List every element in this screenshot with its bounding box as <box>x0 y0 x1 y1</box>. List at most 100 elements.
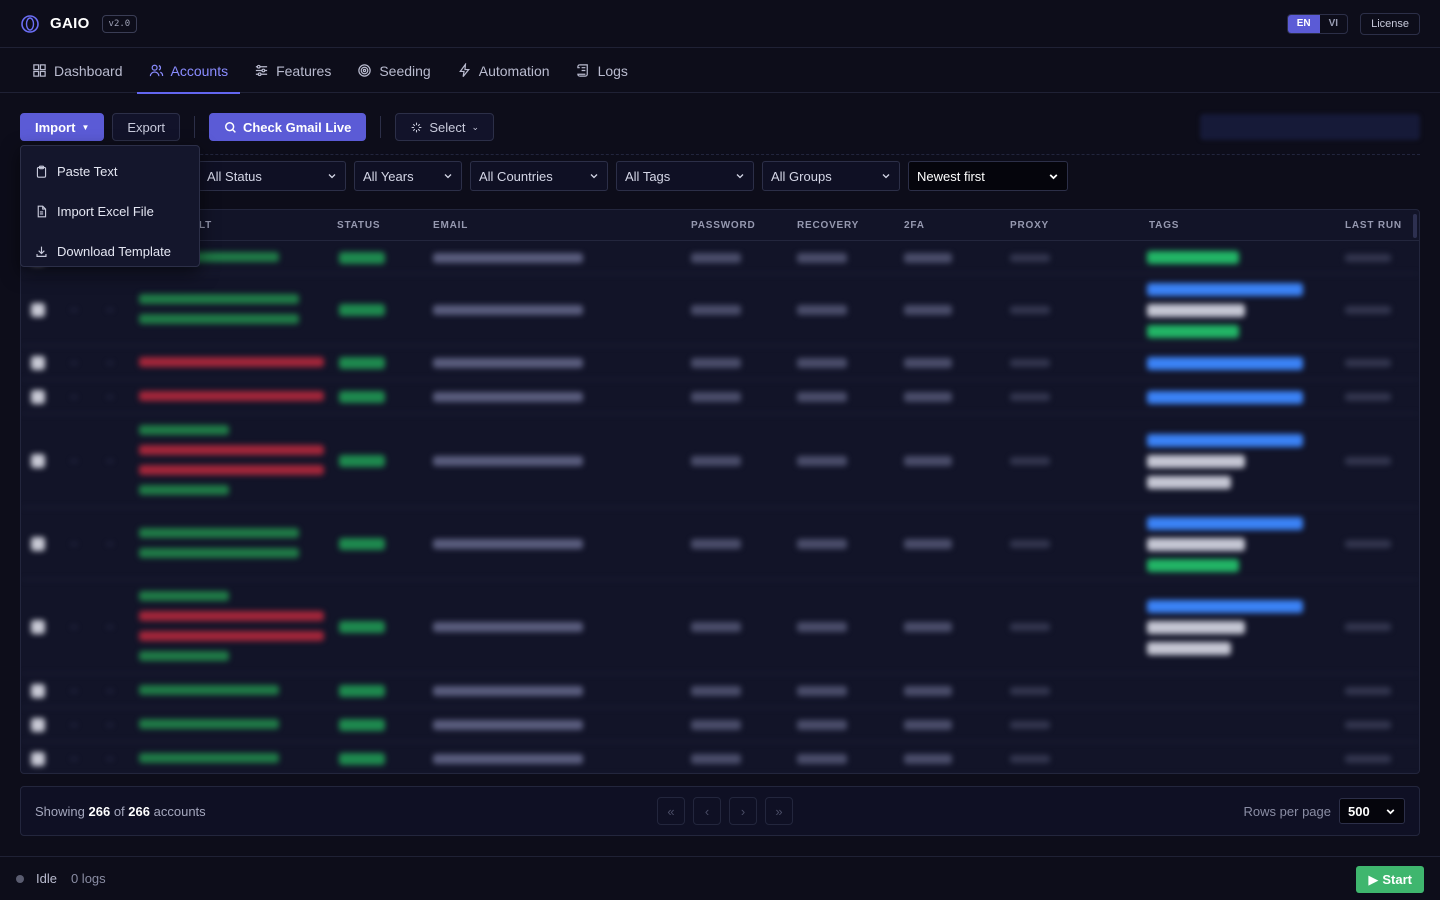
rows-per-page-select[interactable]: 500 <box>1339 798 1405 824</box>
sort-order-select[interactable]: Newest first <box>908 161 1068 191</box>
blurred-cell <box>31 718 45 732</box>
blurred-cell <box>904 358 952 368</box>
prev-page-button[interactable]: ‹ <box>693 797 721 825</box>
table-row[interactable] <box>21 346 1419 380</box>
column-header-email[interactable]: EMAIL <box>433 220 468 231</box>
start-label: Start <box>1382 872 1412 887</box>
export-button[interactable]: Export <box>112 113 180 141</box>
blurred-cell <box>107 724 113 726</box>
blurred-cell <box>691 305 741 315</box>
blurred-cell <box>71 690 77 692</box>
blurred-cell <box>107 309 113 311</box>
log-count[interactable]: 0 logs <box>71 871 106 886</box>
sort-order-value: Newest first <box>917 168 985 184</box>
table-row[interactable] <box>21 742 1419 773</box>
tab-label: Dashboard <box>54 62 123 79</box>
blurred-cell <box>339 621 385 633</box>
status-dot-icon <box>16 874 24 883</box>
column-header-recovery[interactable]: RECOVERY <box>797 220 859 231</box>
groups-filter-select[interactable]: All Groups <box>762 161 900 191</box>
blurred-cell <box>797 622 847 632</box>
blurred-cell <box>797 252 847 263</box>
chevron-down-icon <box>1386 808 1395 814</box>
menu-item-download-template[interactable]: Download Template <box>21 231 199 271</box>
blurred-cell <box>139 485 229 495</box>
table-scrollbar[interactable] <box>1413 214 1417 238</box>
tab-seeding[interactable]: Seeding <box>345 48 442 93</box>
blurred-cell <box>107 690 113 692</box>
blurred-cell <box>107 626 113 628</box>
blurred-cell <box>139 465 324 475</box>
tab-label: Accounts <box>170 62 229 79</box>
column-header-status[interactable]: STATUS <box>337 220 380 231</box>
blurred-cell <box>1147 282 1303 296</box>
select-button[interactable]: Select ⌄ <box>395 113 495 141</box>
column-header-proxy[interactable]: PROXY <box>1010 220 1049 231</box>
blurred-cell <box>31 620 45 634</box>
tab-accounts[interactable]: Accounts <box>136 48 241 94</box>
blurred-cell <box>139 294 299 304</box>
start-button[interactable]: ▶ Start <box>1356 866 1424 893</box>
blurred-cell <box>107 396 113 398</box>
chevron-down-icon <box>882 174 890 179</box>
check-gmail-live-button[interactable]: Check Gmail Live <box>208 113 367 141</box>
blurred-cell <box>1010 253 1050 262</box>
first-page-button[interactable]: « <box>657 797 685 825</box>
blurred-cell <box>71 460 77 462</box>
top-bar: GAIO v2.0 EN VI License <box>0 0 1440 48</box>
blurred-cell <box>339 391 385 403</box>
blurred-cell <box>1147 303 1245 317</box>
lang-en-button[interactable]: EN <box>1287 14 1320 33</box>
blurred-cell <box>31 356 45 370</box>
menu-item-import-excel[interactable]: Import Excel File <box>21 191 199 231</box>
tab-dashboard[interactable]: Dashboard <box>20 48 135 93</box>
tab-label: Features <box>276 62 332 79</box>
blurred-cell <box>1010 721 1050 729</box>
lang-vi-button[interactable]: VI <box>1320 15 1347 33</box>
menu-item-label: Paste Text <box>57 163 118 179</box>
blurred-cell <box>31 752 45 766</box>
blurred-cell <box>1345 540 1391 548</box>
license-button[interactable]: License <box>1360 12 1420 35</box>
table-row[interactable] <box>21 508 1419 580</box>
column-header-last-run[interactable]: LAST RUN <box>1345 220 1402 231</box>
table-row[interactable] <box>21 274 1419 346</box>
blurred-cell <box>1345 457 1391 465</box>
countries-filter-select[interactable]: All Countries <box>470 161 608 191</box>
table-row[interactable] <box>21 241 1419 274</box>
table-row[interactable] <box>21 580 1419 674</box>
table-row[interactable] <box>21 414 1419 508</box>
tags-filter-select[interactable]: All Tags <box>616 161 754 191</box>
table-body <box>21 241 1419 773</box>
next-page-button[interactable]: › <box>729 797 757 825</box>
menu-item-paste-text[interactable]: Paste Text <box>21 151 199 191</box>
tab-automation[interactable]: Automation <box>445 48 562 93</box>
tab-features[interactable]: Features <box>242 48 343 93</box>
years-filter-select[interactable]: All Years <box>354 161 462 191</box>
clipboard-icon <box>36 165 47 178</box>
table-row[interactable] <box>21 708 1419 742</box>
status-bar: Idle 0 logs ▶ Start <box>0 856 1440 900</box>
last-page-button[interactable]: » <box>765 797 793 825</box>
blurred-cell <box>1345 623 1391 631</box>
import-button[interactable]: Import ▼ <box>20 113 105 141</box>
blurred-cell <box>31 537 45 551</box>
column-header-2fa[interactable]: 2FA <box>904 220 925 231</box>
tab-label: Seeding <box>379 62 431 79</box>
table-row[interactable] <box>21 674 1419 708</box>
of-label: of <box>113 803 125 819</box>
language-switcher: EN VI <box>1286 13 1349 34</box>
table-row[interactable] <box>21 380 1419 414</box>
status-filter-select[interactable]: All Status <box>198 161 346 191</box>
search-input[interactable] <box>1200 114 1420 140</box>
tab-logs[interactable]: Logs <box>564 48 640 93</box>
blurred-cell <box>691 392 741 402</box>
blurred-cell <box>1147 390 1303 404</box>
column-header-password[interactable]: PASSWORD <box>691 220 756 231</box>
blurred-cell <box>31 390 45 404</box>
column-header-tags[interactable]: TAGS <box>1149 220 1179 231</box>
check-gmail-label: Check Gmail Live <box>242 119 352 135</box>
blurred-cell <box>797 392 847 402</box>
blurred-cell <box>139 548 299 558</box>
blurred-cell <box>1010 623 1050 631</box>
